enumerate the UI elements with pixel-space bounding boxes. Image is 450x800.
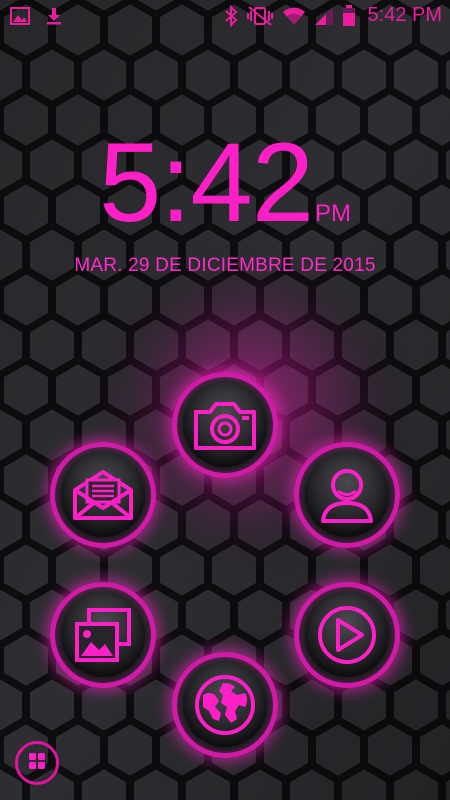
app-drawer-icon [28,752,46,775]
envelope-icon [71,468,135,522]
vibrate-icon [246,5,274,27]
app-drawer-button[interactable] [15,741,59,785]
play-icon [316,604,378,666]
messaging-app-button[interactable] [50,442,156,548]
browser-app-button[interactable] [172,652,278,758]
media-player-app-button[interactable] [294,582,400,688]
signal-icon [314,6,334,26]
person-icon [317,465,377,525]
clock-ampm: PM [314,200,351,227]
gallery-icon [73,606,133,664]
status-bar: 5:42 PM [0,0,450,34]
wifi-icon [282,6,306,26]
camera-app-button[interactable] [172,372,278,478]
gallery-app-button[interactable] [50,582,156,688]
globe-icon [193,673,257,737]
status-time: 5:42 PM [367,4,442,26]
bluetooth-icon [224,4,238,27]
clock-time: 5:42 [99,120,314,245]
download-icon[interactable] [44,6,64,26]
camera-icon [192,398,258,452]
lockscreen-date: MAR. 29 DE DICIEMBRE DE 2015 [74,255,376,276]
image-icon[interactable] [10,6,30,26]
battery-icon [342,4,356,27]
lockscreen-clock[interactable]: 5:42PM [0,120,450,245]
contacts-app-button[interactable] [294,442,400,548]
